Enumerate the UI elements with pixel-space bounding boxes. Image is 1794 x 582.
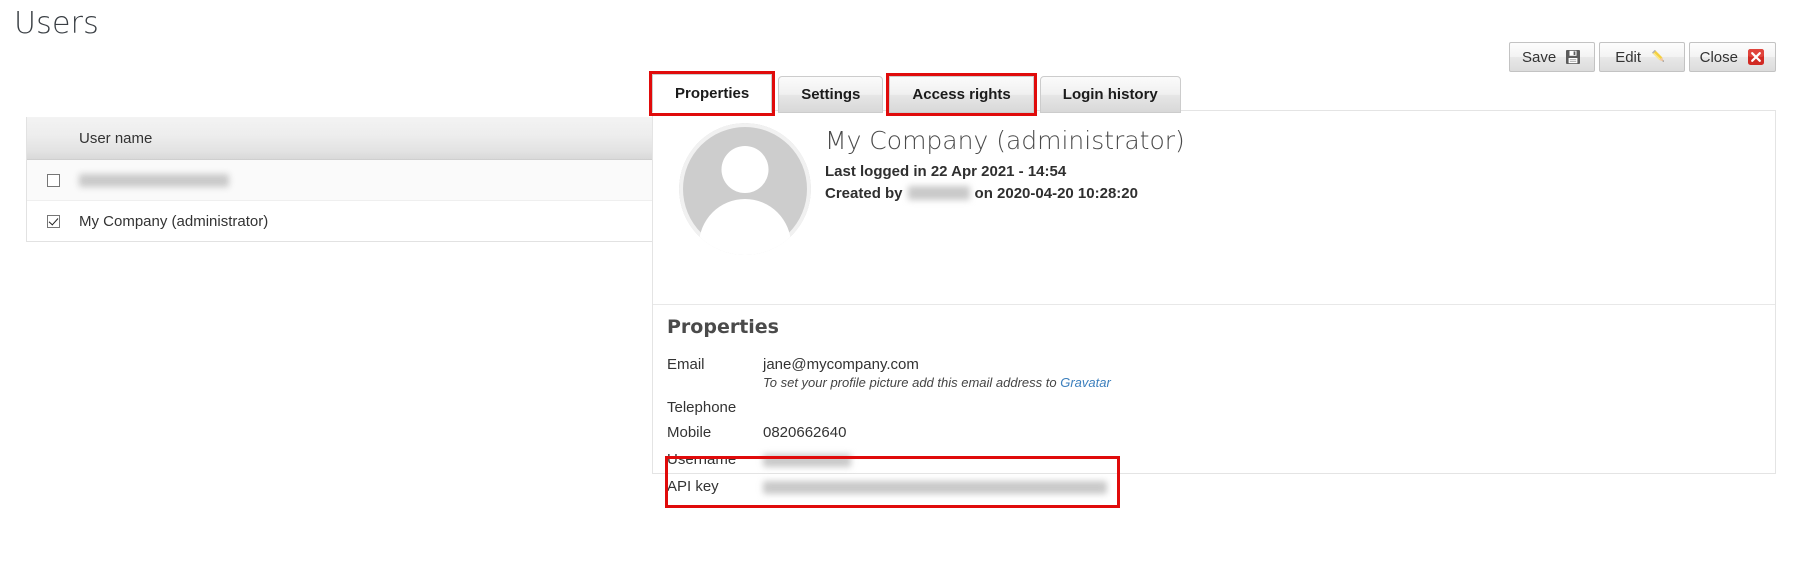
tab-login-history-label: Login history	[1062, 86, 1158, 103]
created-by-suffix: on 2020-04-20 10:28:20	[974, 184, 1138, 202]
edit-button-label: Edit	[1615, 48, 1642, 66]
property-label-username: Username	[667, 451, 737, 468]
toolbar: Save Edit Close	[1508, 42, 1776, 72]
property-row-telephone: Telephone	[665, 399, 1763, 424]
tab-settings-label: Settings	[801, 86, 861, 103]
close-button[interactable]: Close	[1688, 42, 1776, 72]
redacted-created-by-user	[907, 186, 970, 201]
email-gravatar-hint-text: To set your profile picture add this ema…	[763, 375, 1061, 390]
page-title: Users	[14, 6, 100, 41]
profile-name: My Company (administrator)	[825, 126, 1185, 155]
user-avatar-placeholder-icon	[679, 123, 811, 255]
users-table-header: User name	[27, 117, 717, 160]
property-row-mobile: Mobile 0820662640	[665, 424, 1763, 449]
row-user-name	[79, 172, 229, 189]
property-value-mobile: 0820662640	[763, 424, 847, 441]
property-value-username	[763, 451, 851, 468]
redacted-user-name	[79, 174, 229, 188]
profile-text: My Company (administrator) Last logged i…	[825, 119, 1185, 204]
tab-properties[interactable]: Properties	[648, 71, 776, 116]
table-row[interactable]: My Company (administrator)	[27, 201, 717, 241]
users-table: User name My Company (administrator)	[26, 117, 718, 242]
last-logged-in-label: Last logged in 22 Apr 2021 - 14:54	[825, 162, 1067, 180]
property-value-api-key	[763, 478, 1107, 495]
property-row-email: Email jane@mycompany.com To set your pro…	[665, 356, 1763, 390]
property-label-mobile: Mobile	[667, 424, 712, 441]
profile-header: My Company (administrator) Last logged i…	[665, 119, 1185, 255]
save-button-label: Save	[1522, 48, 1557, 66]
tab-bar: Properties Settings Access rights Login …	[648, 71, 1181, 116]
properties-heading: Properties	[667, 316, 779, 338]
property-row-username: Username	[665, 451, 1763, 476]
created-by: Created by on 2020-04-20 10:28:20	[825, 183, 1185, 205]
property-label-email: Email	[667, 356, 705, 373]
property-label-telephone: Telephone	[667, 399, 737, 416]
users-page: Users Save Edit Close User name My Compa…	[0, 0, 1794, 582]
gravatar-link[interactable]: Gravatar	[1060, 375, 1111, 390]
row-checkbox-cell[interactable]	[27, 173, 79, 187]
close-button-label: Close	[1699, 48, 1738, 66]
close-red-x-icon	[1747, 48, 1765, 66]
table-row[interactable]	[27, 160, 717, 201]
row-user-name: My Company (administrator)	[79, 212, 269, 230]
column-header-user-name: User name	[79, 129, 153, 147]
tab-login-history[interactable]: Login history	[1039, 76, 1181, 113]
redacted-api-key	[763, 480, 1107, 494]
save-button[interactable]: Save	[1508, 42, 1595, 72]
row-checkbox[interactable]	[46, 214, 60, 228]
redacted-username	[763, 453, 851, 467]
tab-access-rights-label: Access rights	[912, 86, 1011, 103]
edit-button[interactable]: Edit	[1598, 42, 1685, 72]
property-label-api-key: API key	[667, 478, 719, 495]
last-logged-in: Last logged in 22 Apr 2021 - 14:54	[825, 161, 1185, 183]
tab-properties-label: Properties	[675, 85, 750, 102]
pencil-icon	[1650, 48, 1668, 66]
row-checkbox[interactable]	[46, 173, 60, 187]
user-detail-panel: My Company (administrator) Last logged i…	[652, 110, 1776, 508]
properties-section: Properties Email jane@mycompany.com To s…	[665, 316, 1763, 508]
tab-access-rights[interactable]: Access rights	[886, 73, 1037, 116]
created-by-prefix: Created by	[825, 184, 903, 202]
tab-settings[interactable]: Settings	[778, 76, 884, 113]
property-row-api-key: API key	[665, 478, 1763, 503]
property-value-email: jane@mycompany.com	[763, 356, 919, 373]
email-gravatar-hint: To set your profile picture add this ema…	[763, 375, 1111, 390]
floppy-disk-icon	[1565, 49, 1581, 65]
row-checkbox-cell[interactable]	[27, 214, 79, 228]
panel-divider	[653, 304, 1775, 305]
